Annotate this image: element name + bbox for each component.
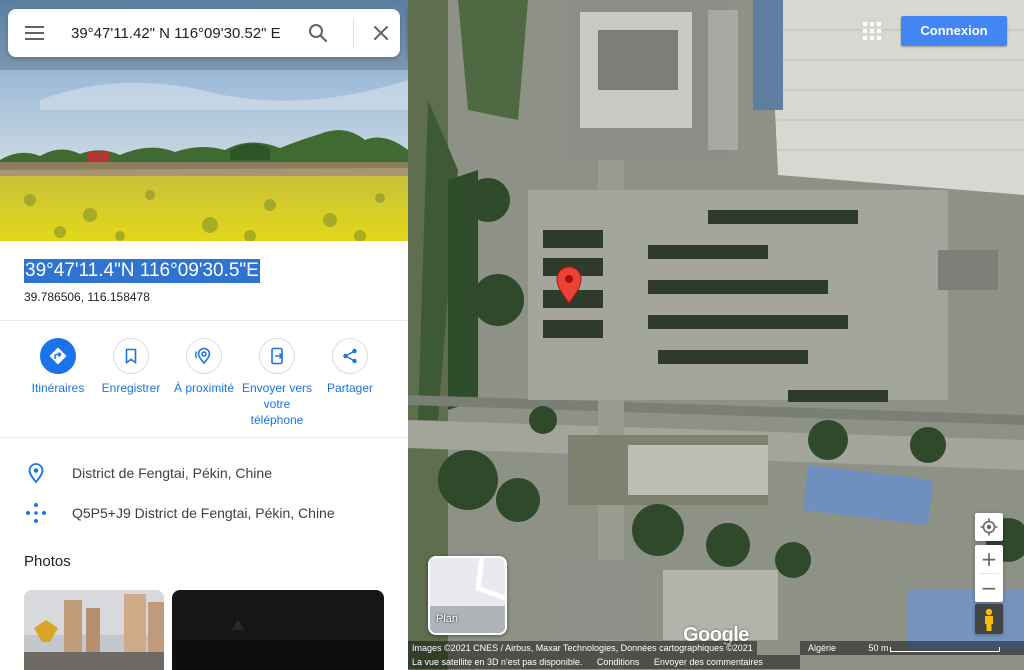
directions-button[interactable]: Itinéraires [18,338,98,396]
search-icon[interactable] [306,21,330,45]
3d-unavailable-notice: La vue satellite en 3D n'est pas disponi… [412,657,583,667]
plus-code-text: Q5P5+J9 District de Fengtai, Pékin, Chin… [72,505,335,521]
share-label: Partager [326,381,374,395]
close-icon[interactable] [369,21,393,45]
zoom-controls: + − [975,545,1003,602]
share-button[interactable]: Partager [310,338,390,396]
pegman-icon [985,608,993,631]
footer-bar: La vue satellite en 3D n'est pas disponi… [408,655,800,669]
save-button[interactable]: Enregistrer [91,338,171,396]
divider [0,437,408,438]
imagery-attribution: Images ©2021 CNES / Airbus, Maxar Techno… [412,643,753,653]
decimal-coordinates: 39.786506, 116.158478 [24,290,150,304]
address-row[interactable]: District de Fengtai, Pékin, Chine [0,455,408,491]
location-pin-icon [24,461,48,485]
scale-label[interactable]: 50 m [869,643,889,653]
location-marker-icon[interactable] [554,266,584,304]
crosshair-icon [980,518,998,536]
layer-switcher[interactable]: Plan [428,556,507,635]
my-location-button[interactable] [975,513,1003,541]
photo-thumbnail[interactable] [24,590,164,670]
conditions-link[interactable]: Conditions [597,657,640,667]
search-divider [353,19,354,47]
attribution-bar: Images ©2021 CNES / Airbus, Maxar Techno… [408,641,757,655]
nearby-label: À proximité [173,381,235,395]
directions-label: Itinéraires [31,381,85,395]
nearby-button[interactable]: À proximité [164,338,244,396]
street-view-pegman[interactable] [975,604,1003,634]
sign-in-button[interactable]: Connexion [901,16,1007,46]
zoom-in-button[interactable]: + [975,545,1003,573]
share-icon [332,338,368,374]
country-label[interactable]: Algérie [808,643,836,653]
nearby-icon [186,338,222,374]
send-to-phone-label: Envoyer vers votre téléphone [241,381,313,427]
photo-thumbnail[interactable] [172,590,384,670]
scale-ruler [890,647,1000,652]
menu-icon[interactable] [22,21,48,45]
directions-icon [40,338,76,374]
plus-code-row[interactable]: Q5P5+J9 District de Fengtai, Pékin, Chin… [0,495,408,531]
send-to-phone-icon [259,338,295,374]
apps-grid-icon[interactable] [863,22,881,40]
plus-code-icon [24,501,48,525]
bookmark-icon [113,338,149,374]
zoom-out-button[interactable]: − [975,574,1003,602]
feedback-link[interactable]: Envoyer des commentaires [654,657,763,667]
search-box [8,9,400,57]
send-to-phone-button[interactable]: Envoyer vers votre téléphone [237,338,317,428]
place-title: 39°47'11.4"N 116°09'30.5"E [24,259,260,283]
divider [0,320,408,321]
search-input[interactable] [71,21,301,45]
photos-heading: Photos [24,553,71,570]
side-panel: 39°47'11.4"N 116°09'30.5"E 39.786506, 11… [0,0,408,670]
address-text: District de Fengtai, Pékin, Chine [72,465,272,481]
layer-label: Plan [436,613,459,625]
save-label: Enregistrer [101,381,161,395]
